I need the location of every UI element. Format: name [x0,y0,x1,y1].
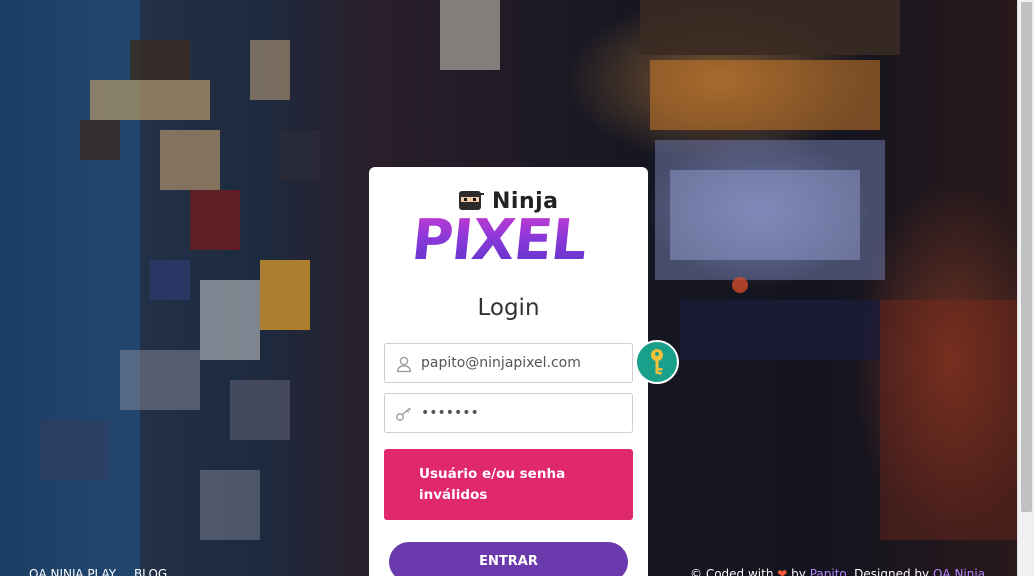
footer-nav: QA NINJA PLAY BLOG [29,567,181,576]
password-field[interactable] [384,393,633,433]
heart-icon: ❤ [777,567,788,576]
ninja-pixel-logo: Ninja PIXEL [408,185,604,275]
footer-link-blog[interactable]: BLOG [134,567,167,576]
user-icon [396,356,412,373]
vertical-scrollbar[interactable] [1017,0,1034,576]
login-card: Ninja PIXEL Login Usuário e/ou senha inv… [369,167,679,576]
footer-link-qa-ninja-play[interactable]: QA NINJA PLAY [29,567,116,576]
login-submit-button[interactable]: ENTRAR [389,542,628,576]
credit-designed: . Designed by [846,567,930,576]
login-title: Login [477,295,540,321]
key-icon [651,349,663,375]
email-field[interactable] [384,343,633,383]
footer-credits: © Coded with ❤ by Papito. Designed by QA… [690,567,985,576]
email-input[interactable] [421,344,626,382]
logo-pixel-text: PIXEL [408,208,590,273]
credit-prefix: © Coded with [690,567,774,576]
password-input[interactable] [421,394,626,432]
error-alert: Usuário e/ou senha inválidos [384,449,633,520]
credit-by: by [791,567,806,576]
key-icon [396,407,411,421]
credit-author-link[interactable]: Papito [810,567,847,576]
credit-designer-link[interactable]: QA Ninja [933,567,985,576]
password-manager-key-button[interactable] [635,340,679,384]
scrollbar-thumb[interactable] [1021,2,1032,512]
